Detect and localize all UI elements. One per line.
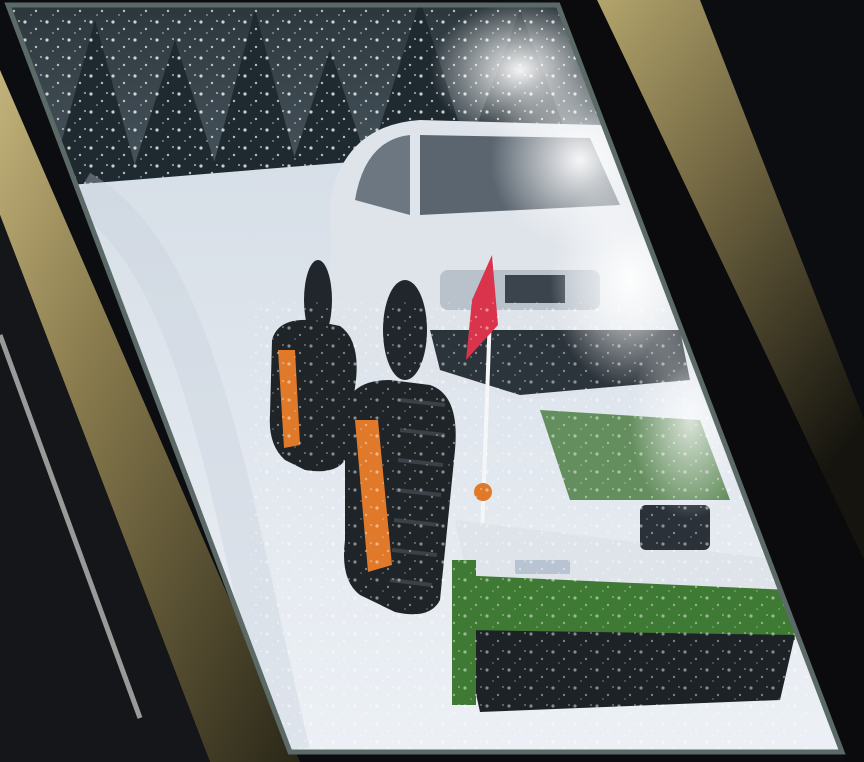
photo-frame — [4, 2, 846, 755]
snow-scene-photo — [8, 5, 842, 752]
